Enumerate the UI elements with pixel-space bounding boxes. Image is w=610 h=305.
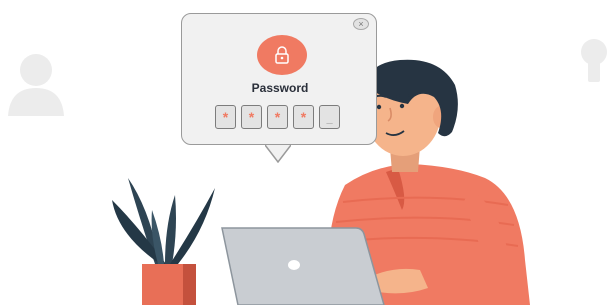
pin-input-row: * * * * _: [215, 105, 340, 129]
close-icon[interactable]: ×: [358, 19, 363, 29]
potted-plant: [112, 178, 215, 305]
close-button[interactable]: ×: [353, 18, 369, 30]
pin-slot[interactable]: _: [319, 105, 340, 129]
laptop: [221, 227, 385, 305]
pin-slot[interactable]: *: [241, 105, 262, 129]
dialog-pointer: [265, 144, 291, 163]
user-placeholder-icon: [8, 54, 64, 116]
pin-slot[interactable]: *: [267, 105, 288, 129]
dialog-title: Password: [251, 81, 309, 95]
lock-badge: [257, 35, 307, 75]
pin-slot[interactable]: *: [293, 105, 314, 129]
pin-slot[interactable]: *: [215, 105, 236, 129]
keyhole-icon: [581, 39, 607, 82]
padlock-icon: [275, 46, 289, 64]
password-dialog: × Password * * * * _: [181, 13, 377, 145]
